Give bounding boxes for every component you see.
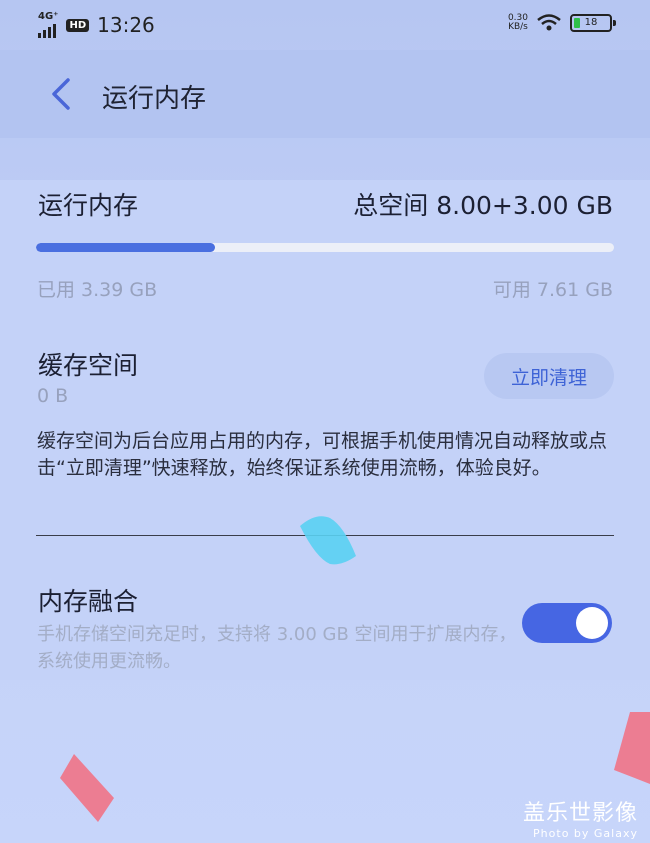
watermark-brand: 盖乐世影像	[522, 801, 638, 826]
memory-available: 可用 7.61 GB	[492, 279, 613, 301]
memory-used: 已用 3.39 GB	[37, 279, 158, 301]
status-left: 4G⁺ HD 13:26	[38, 12, 155, 38]
network-type: 4G⁺	[38, 11, 59, 22]
cache-size: 0 B	[37, 385, 69, 407]
signal-icon	[38, 22, 56, 38]
back-button[interactable]	[44, 74, 84, 114]
cache-label: 缓存空间	[38, 351, 139, 380]
confetti-pink-decoration	[60, 754, 114, 822]
page-title: 运行内存	[102, 84, 207, 114]
memory-progress-bar	[36, 243, 614, 252]
watermark-caption: Photo by Galaxy	[533, 827, 638, 840]
network-speed: 0.30 KB/s	[508, 14, 528, 32]
confetti-pink-right-decoration	[614, 712, 650, 784]
wifi-icon	[537, 14, 561, 31]
memory-label: 运行内存	[38, 191, 139, 220]
memory-fusion-toggle[interactable]	[522, 603, 612, 643]
fusion-label: 内存融合	[38, 587, 139, 616]
title-bar: 运行内存	[0, 50, 650, 138]
camera-watermark: 盖乐世影像 Photo by Galaxy	[523, 795, 638, 840]
fusion-description: 手机存储空间充足时，支持将 3.00 GB 空间用于扩展内存，系统使用更流畅。	[37, 624, 517, 672]
status-time: 13:26	[97, 13, 155, 37]
battery-level: 18	[584, 17, 598, 28]
status-bar: 4G⁺ HD 13:26 0.30 KB/s 18	[0, 0, 650, 50]
memory-progress-fill	[36, 243, 216, 252]
clean-now-button[interactable]: 立即清理	[484, 353, 614, 399]
network-speed-unit: KB/s	[508, 22, 528, 32]
network-indicator: 4G⁺	[38, 12, 58, 38]
confetti-blue-decoration	[300, 516, 356, 565]
battery-icon: 18	[570, 14, 616, 32]
memory-total: 总空间 8.00+3.00 GB	[353, 191, 613, 220]
hd-badge: HD	[66, 18, 90, 32]
chevron-left-icon	[52, 78, 70, 110]
toggle-knob	[576, 607, 608, 639]
status-right: 0.30 KB/s 18	[508, 14, 616, 32]
cache-description: 缓存空间为后台应用占用的内存，可根据手机使用情况自动释放或点击“立即清理”快速释…	[37, 430, 608, 479]
